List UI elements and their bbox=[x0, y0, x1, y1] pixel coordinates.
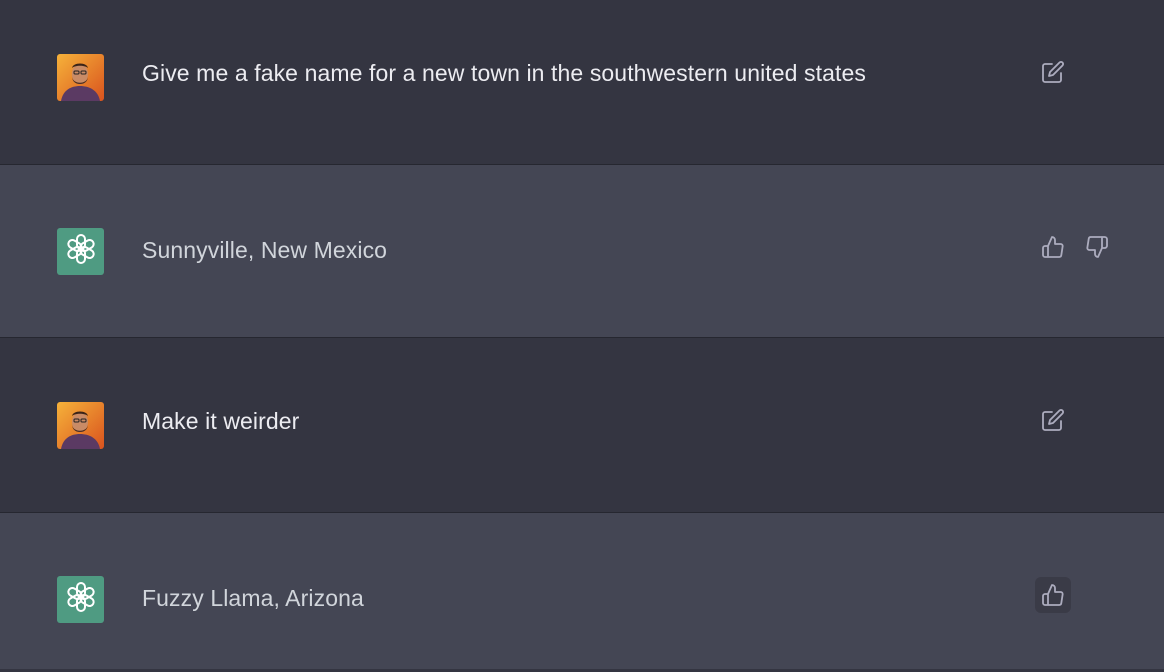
message-text: Give me a fake name for a new town in th… bbox=[142, 60, 867, 86]
message-row-assistant: Fuzzy Llama, Arizona bbox=[0, 512, 1164, 669]
message-row-user: Make it weirder bbox=[0, 337, 1164, 512]
assistant-avatar bbox=[57, 576, 104, 623]
edit-message-button[interactable] bbox=[1035, 402, 1071, 438]
edit-message-button[interactable] bbox=[1035, 54, 1071, 90]
edit-icon bbox=[1041, 408, 1065, 432]
user-avatar bbox=[57, 402, 104, 449]
message-row-user: Give me a fake name for a new town in th… bbox=[0, 0, 1164, 164]
chat-thread: Give me a fake name for a new town in th… bbox=[0, 0, 1164, 672]
edit-icon bbox=[1041, 60, 1065, 84]
thumbs-up-icon bbox=[1041, 235, 1065, 259]
thumbs-down-icon bbox=[1085, 235, 1109, 259]
thumbs-up-icon bbox=[1041, 583, 1065, 607]
openai-logo-icon bbox=[64, 232, 98, 271]
assistant-avatar bbox=[57, 228, 104, 275]
message-text: Sunnyville, New Mexico bbox=[142, 237, 388, 263]
thumbs-up-button[interactable] bbox=[1035, 577, 1071, 613]
thumbs-down-button[interactable] bbox=[1079, 229, 1115, 265]
user-avatar bbox=[57, 54, 104, 101]
message-text: Fuzzy Llama, Arizona bbox=[142, 585, 364, 611]
openai-logo-icon bbox=[64, 580, 98, 619]
message-row-assistant: Sunnyville, New Mexico bbox=[0, 164, 1164, 337]
message-text: Make it weirder bbox=[142, 408, 300, 434]
thumbs-up-button[interactable] bbox=[1035, 229, 1071, 265]
